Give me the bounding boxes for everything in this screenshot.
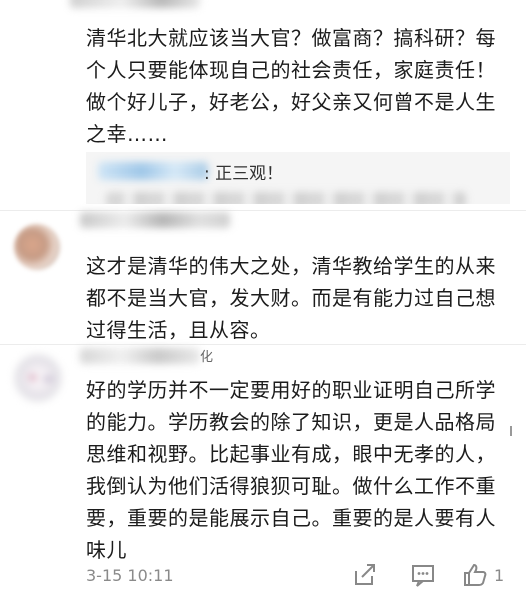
scroll-indicator (510, 426, 512, 436)
thumbs-up-icon (464, 563, 487, 586)
comment-1-text: 清华北大就应该当大官？做富商？搞科研？每个人只要能体现自己的社会责任，家庭责任！… (86, 26, 496, 146)
divider (0, 210, 526, 211)
reply-username[interactable] (98, 162, 208, 180)
divider (0, 344, 526, 345)
like-button[interactable] (462, 562, 488, 588)
username-2[interactable] (80, 348, 200, 364)
timestamp: 3-15 10:11 (86, 566, 174, 585)
blurred-username-top (70, 0, 200, 8)
avatar[interactable] (14, 354, 62, 402)
username-2-suffix: 化 (200, 350, 214, 365)
comment-3-text: 好的学历并不一定要用好的职业证明自己所学的能力。学历教会的除了知识，更是人品格局… (86, 378, 496, 562)
comment-button[interactable] (410, 562, 436, 588)
reply-box[interactable]: : 正三观！ (86, 152, 510, 204)
username-1[interactable] (80, 212, 230, 228)
reply-blurred-line (106, 192, 466, 204)
like-count: 1 (494, 566, 505, 585)
reply-text: : 正三观！ (204, 164, 284, 184)
comment-2-text: 这才是清华的伟大之处，清华教给学生的从来都不是当大官，发大财。而是有能力过自己想… (86, 254, 496, 342)
comment-icon (412, 565, 434, 587)
share-icon (355, 564, 375, 585)
avatar[interactable] (14, 224, 60, 270)
share-button[interactable] (352, 562, 378, 588)
